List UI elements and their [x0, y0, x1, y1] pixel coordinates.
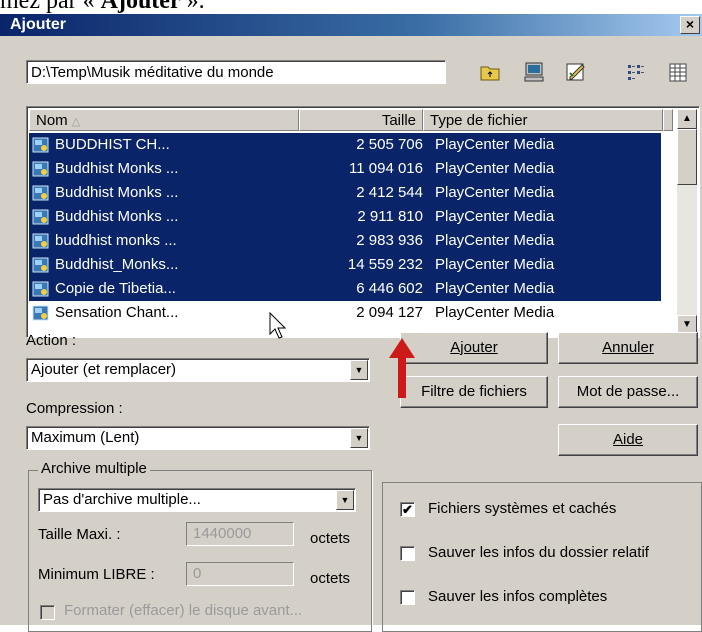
archive-select[interactable]: Pas d'archive multiple... ▼ — [38, 488, 356, 512]
scroll-thumb[interactable] — [677, 129, 697, 185]
file-name: BUDDHIST CH... — [55, 136, 170, 153]
system-files-label: Fichiers systèmes et cachés — [428, 500, 617, 517]
cancel-button[interactable]: Annuler — [558, 332, 698, 364]
file-type: PlayCenter Media — [435, 208, 555, 225]
file-name: Buddhist Monks ... — [55, 208, 179, 225]
full-info-label: Sauver les infos complètes — [428, 588, 608, 605]
archive-group-title: Archive multiple — [38, 460, 150, 477]
file-filter-button[interactable]: Filtre de fichiers — [400, 376, 548, 408]
column-header-name[interactable]: Nom △ — [29, 109, 299, 131]
min-free-unit: octets — [310, 570, 351, 587]
column-header-type[interactable]: Type de fichier — [423, 109, 663, 131]
add-dialog: Ajouter × D:\Temp\Musik méditative du mo… — [0, 14, 702, 632]
file-name: Buddhist_Monks... — [55, 256, 179, 273]
file-size: 2 983 936 — [356, 232, 423, 249]
max-size-field[interactable]: 1440000 — [186, 522, 294, 546]
file-row[interactable]: Buddhist_Monks... 14 559 232 PlayCenter Me… — [29, 253, 661, 277]
action-label: Action : — [26, 332, 77, 349]
min-free-label: Minimum LIBRE : — [38, 566, 155, 583]
file-size: 2 412 544 — [356, 184, 423, 201]
file-size: 11 094 016 — [349, 160, 423, 177]
relative-folder-label: Sauver les infos du dossier relatif — [428, 544, 649, 561]
folder-up-icon[interactable] — [478, 60, 502, 84]
file-row[interactable]: Buddhist Monks ... 2 911 810 PlayCenter Me… — [29, 205, 661, 229]
file-row[interactable]: buddhist monks ... 2 983 936 PlayCenter Me… — [29, 229, 661, 253]
media-file-icon — [32, 136, 50, 154]
full-info-checkbox[interactable] — [400, 590, 415, 605]
chevron-down-icon[interactable]: ▼ — [350, 360, 368, 380]
file-name: Buddhist Monks ... — [55, 184, 179, 201]
file-size: 2 911 810 — [357, 208, 423, 225]
computer-icon[interactable] — [522, 60, 546, 84]
file-type: PlayCenter Media — [435, 160, 555, 177]
file-size: 2 505 706 — [356, 136, 423, 153]
action-value: Ajouter (et remplacer) — [31, 361, 177, 378]
file-row[interactable]: Buddhist Monks ... 11 094 016 PlayCenter M… — [29, 157, 661, 181]
media-file-icon — [32, 304, 50, 322]
list-scrollbar[interactable]: ▲ ▼ — [677, 109, 697, 335]
window-title: Ajouter — [10, 16, 66, 33]
media-file-icon — [32, 160, 50, 178]
file-row[interactable]: Copie de Tibetia... 6 446 602 PlayCenter M… — [29, 277, 661, 301]
edit-icon[interactable] — [564, 60, 588, 84]
file-size: 6 446 602 — [356, 280, 423, 297]
password-button[interactable]: Mot de passe... — [558, 376, 698, 408]
file-type: PlayCenter Media — [435, 256, 555, 273]
add-button[interactable]: Ajouter — [400, 332, 548, 364]
media-file-icon — [32, 256, 50, 274]
mouse-cursor-icon — [268, 311, 288, 340]
file-size: 2 094 127 — [356, 304, 423, 321]
help-button[interactable]: Aide — [558, 424, 698, 456]
file-type: PlayCenter Media — [435, 304, 555, 321]
file-name: Sensation Chant... — [55, 304, 179, 321]
list-view-icon[interactable] — [624, 60, 648, 84]
media-file-icon — [32, 280, 50, 298]
file-size: 14 559 232 — [347, 256, 423, 273]
format-disk-checkbox[interactable] — [40, 605, 55, 620]
max-size-unit: octets — [310, 530, 351, 547]
system-files-checkbox[interactable]: ✔ — [400, 502, 415, 517]
chevron-down-icon[interactable]: ▼ — [350, 428, 368, 448]
file-row[interactable]: Buddhist Monks ... 2 412 544 PlayCenter Me… — [29, 181, 661, 205]
file-row[interactable]: Sensation Chant... 2 094 127 PlayCenter Me… — [29, 301, 661, 325]
file-type: PlayCenter Media — [435, 184, 555, 201]
compression-select[interactable]: Maximum (Lent) ▼ — [26, 426, 370, 450]
file-name: Copie de Tibetia... — [55, 280, 176, 297]
compression-value: Maximum (Lent) — [31, 429, 140, 446]
action-select[interactable]: Ajouter (et remplacer) ▼ — [26, 358, 370, 382]
details-view-icon[interactable] — [666, 60, 690, 84]
file-type: PlayCenter Media — [435, 232, 555, 249]
close-button[interactable]: × — [680, 16, 700, 34]
file-name: Buddhist Monks ... — [55, 160, 179, 177]
file-list[interactable]: Nom △ Taille Type de fichier BUDDHIST CH… — [26, 106, 700, 338]
file-type: PlayCenter Media — [435, 136, 555, 153]
scroll-up-button[interactable]: ▲ — [677, 109, 697, 129]
arrow-up-icon — [388, 338, 416, 398]
path-field[interactable]: D:\Temp\Musik méditative du monde — [26, 60, 446, 84]
file-name: buddhist monks ... — [55, 232, 177, 249]
chevron-down-icon[interactable]: ▼ — [336, 490, 354, 510]
max-size-label: Taille Maxi. : — [38, 526, 121, 543]
column-header-size[interactable]: Taille — [299, 109, 423, 131]
relative-folder-checkbox[interactable] — [400, 546, 415, 561]
min-free-field[interactable]: 0 — [186, 562, 294, 586]
title-bar[interactable]: Ajouter × — [0, 14, 702, 36]
media-file-icon — [32, 232, 50, 250]
file-row[interactable]: BUDDHIST CH... 2 505 706 PlayCenter Media — [29, 133, 661, 157]
archive-value: Pas d'archive multiple... — [43, 491, 201, 508]
compression-label: Compression : — [26, 400, 123, 417]
media-file-icon — [32, 184, 50, 202]
format-disk-label: Formater (effacer) le disque avant... — [64, 602, 303, 619]
column-header-filler — [663, 109, 673, 131]
file-type: PlayCenter Media — [435, 280, 555, 297]
media-file-icon — [32, 208, 50, 226]
